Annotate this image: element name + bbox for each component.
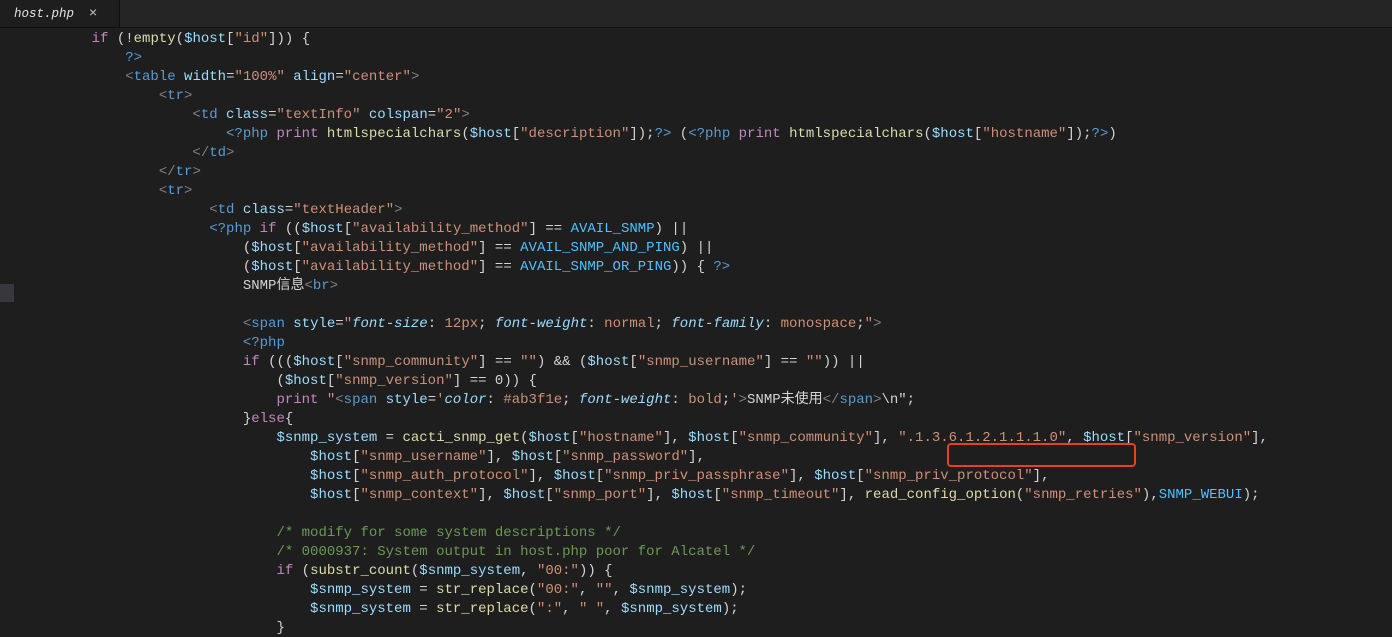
tab-bar: host.php ×: [0, 0, 1392, 28]
editor: if (!empty($host["id"])) { ?> <table wid…: [0, 28, 1392, 637]
code-line: SNMP信息<br>: [58, 277, 1392, 296]
close-icon[interactable]: ×: [86, 7, 100, 21]
code-line: <?php if (($host["availability_method"] …: [58, 220, 1392, 239]
code-line: <tr>: [58, 182, 1392, 201]
code-line: </tr>: [58, 163, 1392, 182]
code-line: print "<span style='color: #ab3f1e; font…: [58, 391, 1392, 410]
code-line: ($host["availability_method"] == AVAIL_S…: [58, 258, 1392, 277]
code-line: <table width="100%" align="center">: [58, 68, 1392, 87]
code-line: $snmp_system = cacti_snmp_get($host["hos…: [58, 429, 1392, 448]
tab-title: host.php: [14, 7, 74, 21]
code-area[interactable]: if (!empty($host["id"])) { ?> <table wid…: [54, 28, 1392, 637]
code-line: <td class="textInfo" colspan="2">: [58, 106, 1392, 125]
code-line: </td>: [58, 144, 1392, 163]
code-line: <tr>: [58, 87, 1392, 106]
code-line: $host["snmp_auth_protocol"], $host["snmp…: [58, 467, 1392, 486]
code-line: ($host["snmp_version"] == 0)) {: [58, 372, 1392, 391]
code-line: }else{: [58, 410, 1392, 429]
code-line: }: [58, 619, 1392, 637]
code-line: ?>: [58, 49, 1392, 68]
code-line: <td class="textHeader">: [58, 201, 1392, 220]
code-line: <?php print htmlspecialchars($host["desc…: [58, 125, 1392, 144]
code-line: <span style="font-size: 12px; font-weigh…: [58, 315, 1392, 334]
code-line: if (!empty($host["id"])) {: [58, 30, 1392, 49]
tab-host-php[interactable]: host.php ×: [0, 0, 120, 27]
code-line: [58, 505, 1392, 524]
code-line: <?php: [58, 334, 1392, 353]
code-line: $host["snmp_username"], $host["snmp_pass…: [58, 448, 1392, 467]
code-line: $snmp_system = str_replace("00:", "", $s…: [58, 581, 1392, 600]
code-line: [58, 296, 1392, 315]
code-line: ($host["availability_method"] == AVAIL_S…: [58, 239, 1392, 258]
code-line: if ((($host["snmp_community"] == "") && …: [58, 353, 1392, 372]
gutter: [0, 28, 54, 637]
code-line: /* 0000937: System output in host.php po…: [58, 543, 1392, 562]
minimap-indicator: [0, 284, 14, 302]
code-line: /* modify for some system descriptions *…: [58, 524, 1392, 543]
code-line: $host["snmp_context"], $host["snmp_port"…: [58, 486, 1392, 505]
code-line: $snmp_system = str_replace(":", " ", $sn…: [58, 600, 1392, 619]
code-line: if (substr_count($snmp_system, "00:")) {: [58, 562, 1392, 581]
